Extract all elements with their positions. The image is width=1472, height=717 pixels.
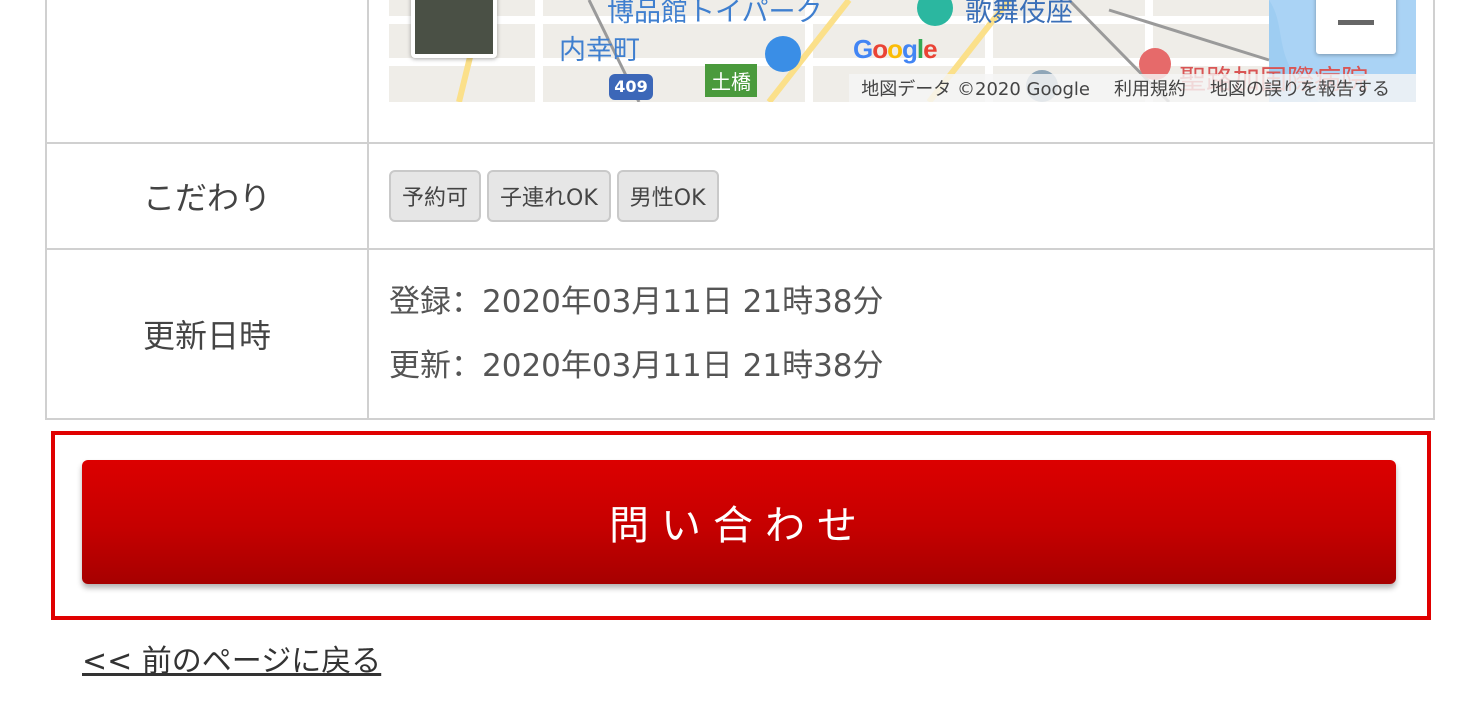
google-logo: Google	[853, 34, 938, 64]
back-link[interactable]: << 前のページに戻る	[82, 636, 381, 680]
report-error-link[interactable]: 地図の誤りを報告する	[1198, 75, 1402, 101]
minus-icon	[1338, 19, 1374, 25]
map-cell: 博品館トイパーク 歌舞伎座 内幸町 聖路加国際病院 409 土橋 Google …	[367, 0, 1435, 144]
updated-label: 更新日時	[45, 248, 369, 420]
contact-highlight-frame: 問い合わせ	[51, 431, 1431, 620]
features-row: こだわり 予約可 子連れOK 男性OK	[45, 142, 1435, 250]
tag-men-ok: 男性OK	[616, 170, 719, 222]
route-shield: 409	[609, 74, 653, 100]
registered-date: 登録：2020年03月11日 21時38分	[389, 284, 884, 320]
features-cell: 予約可 子連れOK 男性OK	[367, 142, 1435, 250]
features-label: こだわり	[45, 142, 369, 250]
modified-date: 更新：2020年03月11日 21時38分	[389, 348, 884, 384]
map-row: 博品館トイパーク 歌舞伎座 内幸町 聖路加国際病院 409 土橋 Google …	[45, 0, 1435, 144]
map-label-dobashi: 土橋	[705, 64, 757, 97]
contact-button[interactable]: 問い合わせ	[82, 460, 1396, 584]
satellite-toggle-thumbnail[interactable]	[411, 0, 497, 58]
map-label-museum: 博品館トイパーク	[607, 0, 823, 28]
tag-kids-ok: 子連れOK	[487, 170, 611, 222]
updated-row: 更新日時 登録：2020年03月11日 21時38分 更新：2020年03月11…	[45, 248, 1435, 420]
zoom-out-button[interactable]	[1316, 0, 1396, 54]
updated-cell: 登録：2020年03月11日 21時38分 更新：2020年03月11日 21時…	[367, 248, 1435, 420]
google-map[interactable]: 博品館トイパーク 歌舞伎座 内幸町 聖路加国際病院 409 土橋 Google …	[389, 0, 1416, 102]
map-row-label-cell	[45, 0, 369, 144]
map-data-credit: 地図データ ©2020 Google	[861, 79, 1090, 100]
shop-info-table: 博品館トイパーク 歌舞伎座 内幸町 聖路加国際病院 409 土橋 Google …	[45, 0, 1435, 420]
terms-link[interactable]: 利用規約	[1102, 75, 1198, 101]
map-attribution: 地図データ ©2020 Google 利用規約 地図の誤りを報告する	[849, 74, 1416, 102]
tag-reservation: 予約可	[389, 170, 482, 222]
map-label-uchisaiwai: 内幸町	[559, 35, 640, 66]
map-label-kabuki: 歌舞伎座	[965, 0, 1073, 28]
